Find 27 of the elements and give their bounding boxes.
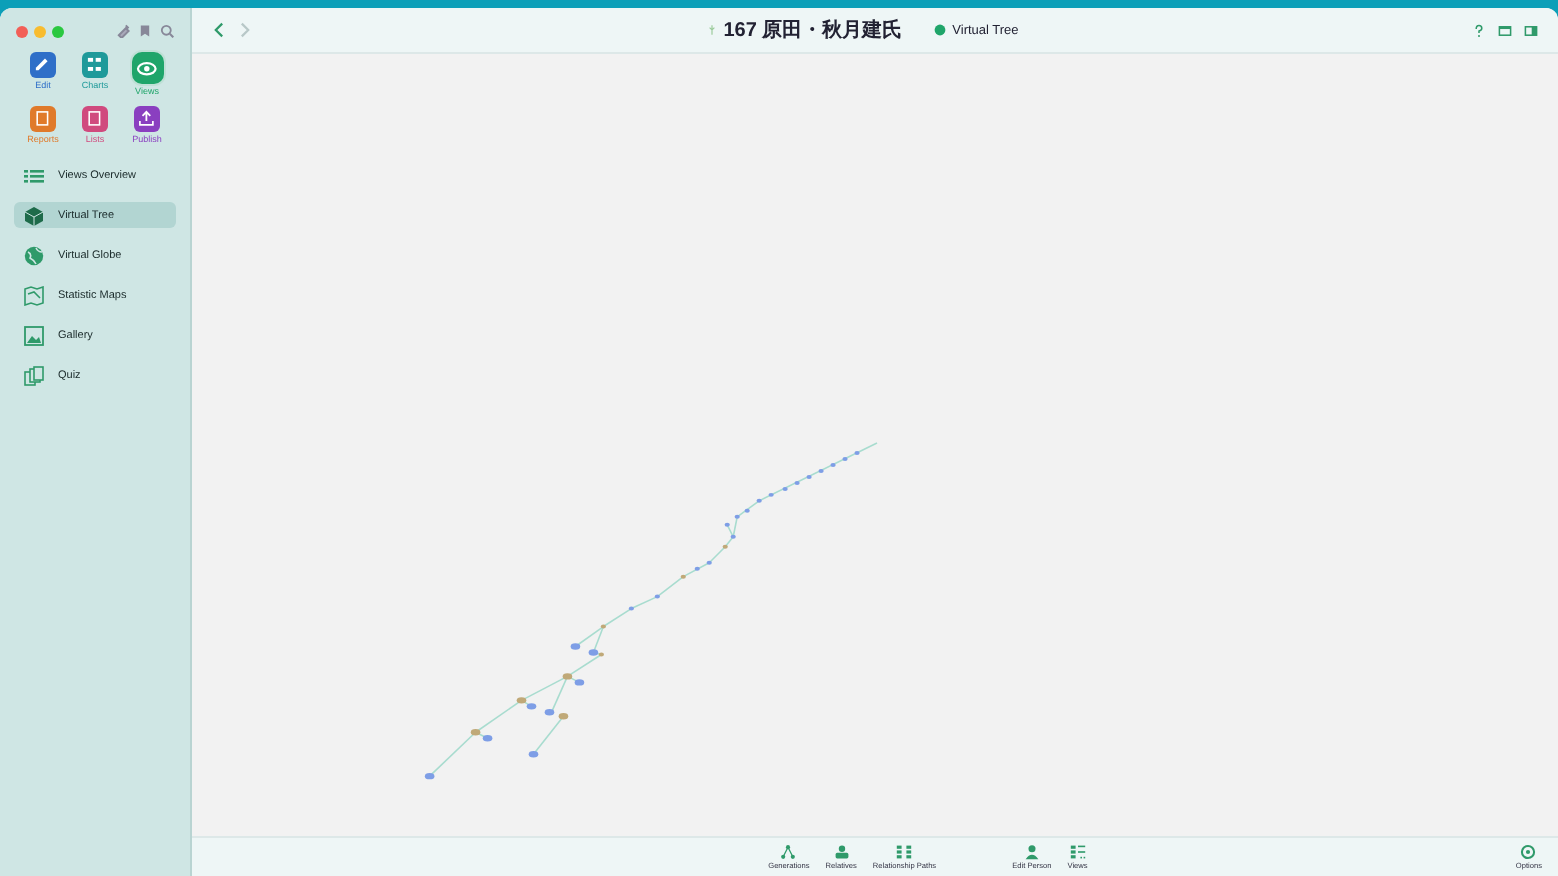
grid-icon bbox=[84, 54, 106, 76]
map-icon bbox=[24, 285, 44, 305]
tree-icon bbox=[705, 24, 718, 36]
window-icon[interactable] bbox=[1498, 23, 1512, 37]
upload-icon bbox=[136, 108, 158, 130]
window-title: 167 原田・秋月建氏 bbox=[723, 17, 903, 44]
back-button[interactable] bbox=[212, 22, 226, 38]
grid-icon bbox=[896, 844, 913, 860]
zoom-button[interactable] bbox=[52, 25, 64, 37]
pencil-icon[interactable] bbox=[116, 24, 130, 38]
picture-icon bbox=[24, 325, 44, 345]
list-icon bbox=[24, 165, 44, 185]
search-icon[interactable] bbox=[160, 24, 174, 38]
gear-icon bbox=[1520, 844, 1537, 860]
forward-button[interactable] bbox=[238, 22, 252, 38]
layout-icon bbox=[1069, 844, 1086, 860]
cube-icon bbox=[24, 205, 44, 225]
document-icon bbox=[32, 108, 54, 130]
sidebar-toggle-icon[interactable] bbox=[1524, 23, 1538, 37]
person-icon bbox=[1023, 844, 1040, 860]
help-icon[interactable] bbox=[1472, 23, 1486, 37]
people-icon bbox=[833, 844, 850, 860]
hierarchy-icon bbox=[780, 844, 797, 860]
close-button[interactable] bbox=[16, 25, 28, 37]
document-icon bbox=[84, 108, 106, 130]
bookmark-icon[interactable] bbox=[138, 24, 152, 38]
cards-icon bbox=[24, 365, 44, 385]
